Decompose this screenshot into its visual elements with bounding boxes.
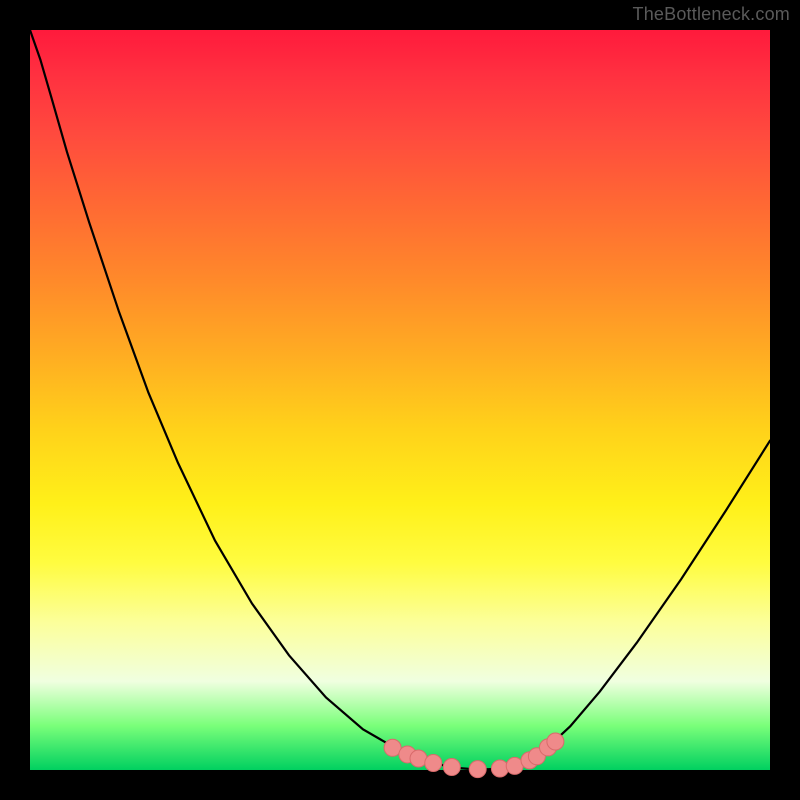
curve-markers <box>384 733 564 778</box>
marker-dot <box>547 733 564 750</box>
chart-frame: TheBottleneck.com <box>0 0 800 800</box>
plot-area <box>30 30 770 770</box>
curve-layer <box>30 30 770 770</box>
marker-dot <box>425 754 442 771</box>
marker-dot <box>491 760 508 777</box>
bottleneck-curve <box>30 30 770 769</box>
marker-dot <box>469 761 486 778</box>
marker-dot <box>443 759 460 776</box>
watermark-text: TheBottleneck.com <box>633 4 790 25</box>
